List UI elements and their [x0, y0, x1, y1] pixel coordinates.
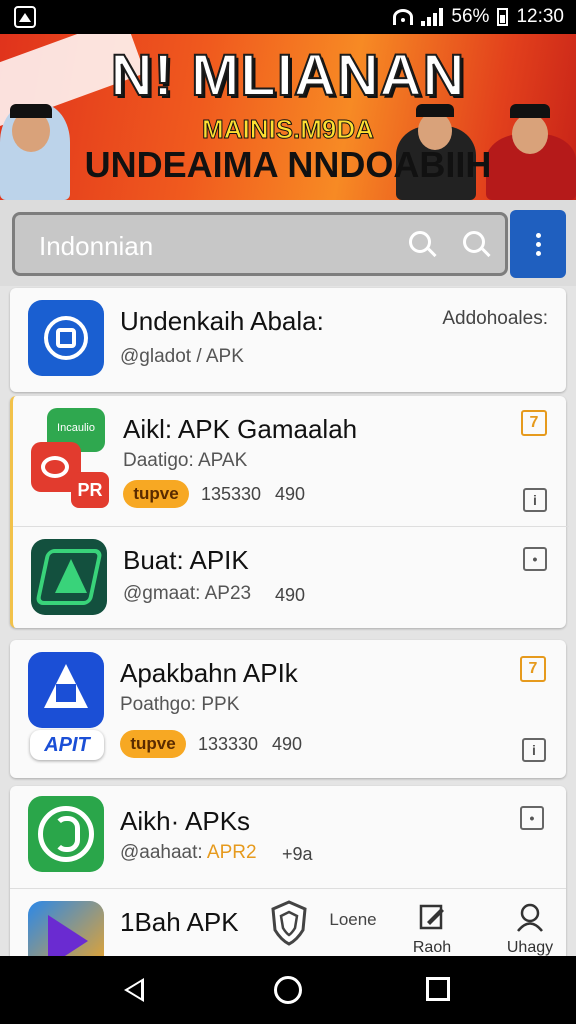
signal-icon [421, 8, 444, 26]
clock: 12:30 [516, 6, 564, 27]
rating: 490 [272, 734, 303, 754]
banner-title: N! MLIANAN [110, 42, 466, 109]
type-pill: tupve [120, 730, 186, 758]
search-input[interactable]: Indonnian [12, 212, 508, 276]
promo-banner[interactable]: N! MLIANAN MAINIS.M9DA UNDEAIMA NNDOABII… [0, 34, 576, 200]
app-subtitle: @gmaat: AP23 [123, 583, 252, 604]
app-name: Aikh· APKs [120, 806, 251, 836]
banner-subtitle: MAINIS.M9DA [202, 114, 375, 145]
app-icon-green-s [28, 796, 104, 872]
profile-icon [517, 903, 543, 932]
app-card[interactable]: Undenkaih Abala: @gladot / APK Addohoale… [10, 288, 566, 392]
app-subtitle: Poathgo: PPK [120, 694, 240, 715]
search-icon[interactable] [409, 231, 431, 253]
tab-shield[interactable] [266, 900, 312, 951]
app-name: Apakbahn APIk [120, 658, 298, 688]
type-pill: tupve [123, 480, 189, 508]
app-subtitle-highlight: APR2 [206, 842, 257, 863]
app-subtitle: ... [120, 945, 136, 956]
banner-tagline: UNDEAIMA NNDOABIIH [84, 144, 492, 185]
list-item[interactable]: Aikh· APKs @aahaat: APR2 +9a • [10, 786, 566, 888]
download-count: 135330 [201, 484, 262, 504]
apit-caption: APIT [30, 730, 104, 760]
back-icon[interactable] [124, 978, 144, 1002]
status-bar: 56% 12:30 [0, 0, 576, 34]
wifi-icon [393, 9, 414, 25]
list-item[interactable]: Buat: APIK @gmaat: AP23 490 • [13, 526, 569, 628]
gallery-notification-icon [14, 6, 36, 28]
tab-label: Loene [329, 910, 377, 929]
list-item[interactable]: Incaulio PR Aikl: APK Gamaalah Daatigo: … [13, 396, 569, 526]
app-icon-green-a [31, 539, 107, 615]
rating: 490 [275, 585, 306, 605]
app-subtitle: @gladot / APK [120, 346, 244, 367]
app-name: Buat: APIK [123, 545, 249, 575]
app-card-group: Incaulio PR Aikl: APK Gamaalah Daatigo: … [10, 396, 569, 628]
badge-icon[interactable]: 7 [520, 656, 546, 682]
app-name: Undenkaih Abala: [120, 306, 324, 336]
tab-uhagy[interactable]: Uhagy [500, 902, 560, 957]
info-icon[interactable]: i [522, 738, 546, 762]
app-side-label: Addohoales: [442, 308, 548, 329]
app-subtitle: Daatigo: APAK [123, 450, 248, 471]
tab-label: Raoh [412, 939, 452, 956]
app-icon-play [28, 901, 104, 956]
dot-icon [535, 232, 541, 238]
edit-icon [419, 904, 444, 930]
app-icon-blue [28, 300, 104, 376]
rating: 490 [275, 484, 306, 504]
app-name: Aikl: APK Gamaalah [123, 414, 358, 444]
app-name: 1Bah APK [120, 907, 239, 937]
tab-label: Uhagy [506, 939, 554, 956]
info-icon[interactable]: i [523, 488, 547, 512]
tab-raoh[interactable]: Raoh [404, 902, 460, 957]
app-subtitle: @aahaat: APR2 [120, 842, 257, 864]
app-icon-blue-a [28, 652, 104, 728]
shield-icon [271, 900, 307, 946]
battery-percent: 56% [451, 6, 490, 27]
options-icon[interactable]: • [523, 547, 547, 571]
app-card[interactable]: APIT Apakbahn APIk Poathgo: PPK tupve 13… [10, 640, 566, 778]
battery-icon [497, 8, 509, 26]
badge-icon[interactable]: 7 [521, 410, 547, 436]
navigation-bar [0, 956, 576, 1024]
options-icon[interactable]: • [520, 806, 544, 830]
dot-icon [535, 241, 541, 247]
tab-loene[interactable]: Loene [318, 908, 388, 930]
home-icon[interactable] [274, 976, 302, 1004]
search-icon-2[interactable] [463, 231, 485, 253]
search-input-value: Indonnian [39, 231, 154, 261]
more-options-button[interactable] [510, 210, 566, 278]
download-count: 133330 [198, 734, 259, 754]
search-row: Indonnian [0, 200, 576, 286]
rating: +9a [282, 844, 313, 864]
app-subtitle-prefix: @aahaat: [120, 842, 203, 863]
recent-apps-icon[interactable] [426, 977, 450, 1001]
app-icon-combo: Incaulio PR [31, 408, 109, 508]
dot-icon [535, 250, 541, 256]
